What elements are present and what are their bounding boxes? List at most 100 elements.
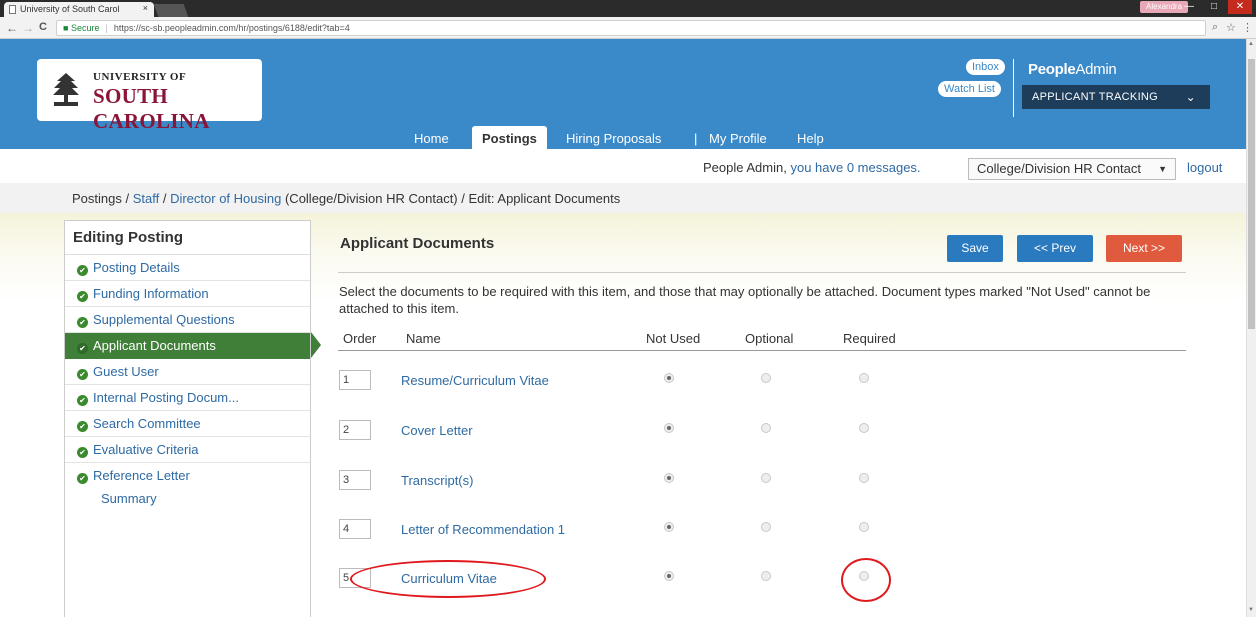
lock-icon: ■ (63, 23, 71, 33)
page-title: Applicant Documents (340, 235, 495, 252)
breadcrumb-postings[interactable]: Postings (72, 191, 122, 206)
peopleadmin-logo: PeopleAdmin (1028, 61, 1117, 78)
url-text: https://sc-sb.peopleadmin.com/hr/posting… (113, 23, 350, 33)
breadcrumb-posting[interactable]: Director of Housing (170, 191, 281, 206)
watch-list-button[interactable]: Watch List (938, 81, 1001, 97)
scroll-thumb[interactable] (1248, 59, 1255, 329)
not-used-radio[interactable] (664, 522, 674, 532)
address-bar: ← → C ■ Secure | https://sc-sb.peopleadmin… (0, 17, 1256, 39)
nav-home[interactable]: Home (414, 131, 449, 146)
sidebar-item-funding-information[interactable]: ✔ Funding Information (65, 281, 310, 307)
tab-title: University of South Carol (20, 4, 120, 14)
inbox-button[interactable]: Inbox (966, 59, 1005, 75)
window-close-icon[interactable]: ✕ (1228, 0, 1252, 14)
browser-menu-icon[interactable]: ⋮ (1242, 21, 1253, 34)
app-header: UNIVERSITY OF SOUTH CAROLINA Inbox Watch… (0, 39, 1246, 149)
optional-radio[interactable] (761, 473, 771, 483)
not-used-radio[interactable] (664, 571, 674, 581)
logo-line1: UNIVERSITY OF (93, 71, 187, 83)
sidebar-item-label: Posting Details (93, 260, 180, 275)
url-separator: | (105, 23, 108, 33)
sidebar-item-label: Guest User (93, 364, 159, 379)
scroll-down-icon[interactable]: ▼ (1248, 607, 1254, 613)
palmetto-tree-icon (53, 73, 79, 106)
document-name-link[interactable]: Letter of Recommendation 1 (401, 522, 565, 537)
required-radio[interactable] (859, 473, 869, 483)
save-button[interactable]: Save (947, 235, 1003, 262)
logout-link[interactable]: logout (1187, 160, 1222, 175)
sidebar-item-evaluative-criteria[interactable]: ✔ Evaluative Criteria (65, 437, 310, 463)
sidebar-item-summary[interactable]: Summary (65, 491, 157, 506)
bookmark-star-icon[interactable]: ☆ (1226, 21, 1236, 34)
nav-my-profile[interactable]: My Profile (709, 131, 767, 146)
breadcrumb: Postings / Staff / Director of Housing (… (0, 183, 1246, 213)
role-select[interactable]: College/Division HR Contact ▼ (968, 158, 1176, 180)
messages-link[interactable]: you have 0 messages. (790, 160, 920, 175)
sidebar-item-label: Applicant Documents (93, 338, 216, 353)
new-tab-button[interactable] (153, 4, 189, 17)
sidebar-item-label: Reference Letter (93, 468, 190, 483)
sidebar-item-guest-user[interactable]: ✔ Guest User (65, 359, 310, 385)
tab-close-icon[interactable]: × (143, 3, 148, 13)
check-circle-icon: ✔ (77, 265, 88, 276)
optional-radio[interactable] (761, 571, 771, 581)
column-header-optional: Optional (745, 331, 794, 346)
check-circle-icon: ✔ (77, 317, 88, 328)
main-nav: Home Postings Hiring Proposals | My Prof… (0, 126, 1246, 149)
optional-radio[interactable] (761, 423, 771, 433)
not-used-radio[interactable] (664, 473, 674, 483)
sidebar-item-reference-letter[interactable]: ✔ Reference Letter (65, 463, 310, 489)
messages-prefix: People Admin, (703, 160, 787, 175)
check-circle-icon: ✔ (77, 473, 88, 484)
sidebar-item-posting-details[interactable]: ✔ Posting Details (65, 255, 310, 281)
check-circle-icon: ✔ (77, 421, 88, 432)
order-input[interactable]: 3 (339, 470, 371, 490)
document-name-link[interactable]: Cover Letter (401, 423, 473, 438)
university-logo[interactable]: UNIVERSITY OF SOUTH CAROLINA (37, 59, 262, 133)
next-button[interactable]: Next >> (1106, 235, 1182, 262)
check-circle-icon: ✔ (77, 291, 88, 302)
optional-radio[interactable] (761, 522, 771, 532)
page-scrollbar[interactable]: ▲ ▼ (1246, 39, 1256, 617)
column-header-not-used: Not Used (646, 331, 701, 346)
order-input[interactable]: 2 (339, 420, 371, 440)
required-radio[interactable] (859, 522, 869, 532)
zoom-icon[interactable]: ⌕ (1212, 21, 1218, 34)
back-icon[interactable]: ← (6, 21, 18, 35)
breadcrumb-sep: / (121, 191, 133, 206)
nav-postings[interactable]: Postings (472, 126, 547, 149)
sidebar-item-search-committee[interactable]: ✔ Search Committee (65, 411, 310, 437)
not-used-radio[interactable] (664, 423, 674, 433)
optional-radio[interactable] (761, 373, 771, 383)
order-input[interactable]: 1 (339, 370, 371, 390)
document-name-link[interactable]: Resume/Curriculum Vitae (401, 373, 549, 388)
order-input[interactable]: 4 (339, 519, 371, 539)
column-header-name: Name (406, 331, 441, 346)
browser-tab[interactable]: University of South Carol × (4, 2, 154, 17)
table-header-divider (338, 350, 1186, 351)
url-field[interactable]: ■ Secure | https://sc-sb.peopleadmin.com/h… (56, 20, 1206, 36)
sidebar-item-applicant-documents[interactable]: ✔ Applicant Documents (65, 333, 310, 359)
required-radio[interactable] (859, 373, 869, 383)
required-radio[interactable] (859, 423, 869, 433)
breadcrumb-sep: / (159, 191, 171, 206)
nav-hiring-proposals[interactable]: Hiring Proposals (566, 131, 661, 146)
sidebar-item-label: Internal Posting Docum... (93, 390, 239, 405)
prev-button[interactable]: << Prev (1017, 235, 1093, 262)
breadcrumb-staff[interactable]: Staff (133, 191, 160, 206)
column-header-order: Order (343, 331, 377, 346)
module-select[interactable]: APPLICANT TRACKING ⌄ (1022, 85, 1210, 109)
minimize-icon[interactable]: — (1177, 0, 1201, 14)
document-name-link[interactable]: Transcript(s) (401, 473, 473, 488)
nav-help[interactable]: Help (797, 131, 824, 146)
sidebar-item-label: Evaluative Criteria (93, 442, 199, 457)
sidebar-item-supplemental-questions[interactable]: ✔ Supplemental Questions (65, 307, 310, 333)
maximize-icon[interactable]: □ (1202, 0, 1226, 14)
reload-icon[interactable]: C (39, 21, 47, 33)
forward-icon[interactable]: → (22, 21, 34, 35)
not-used-radio[interactable] (664, 373, 674, 383)
sidebar-item-internal-posting-documents[interactable]: ✔ Internal Posting Docum... (65, 385, 310, 411)
annotation-circle-required (841, 558, 891, 602)
scroll-up-icon[interactable]: ▲ (1248, 41, 1254, 47)
sidebar-item-label: Search Committee (93, 416, 201, 431)
